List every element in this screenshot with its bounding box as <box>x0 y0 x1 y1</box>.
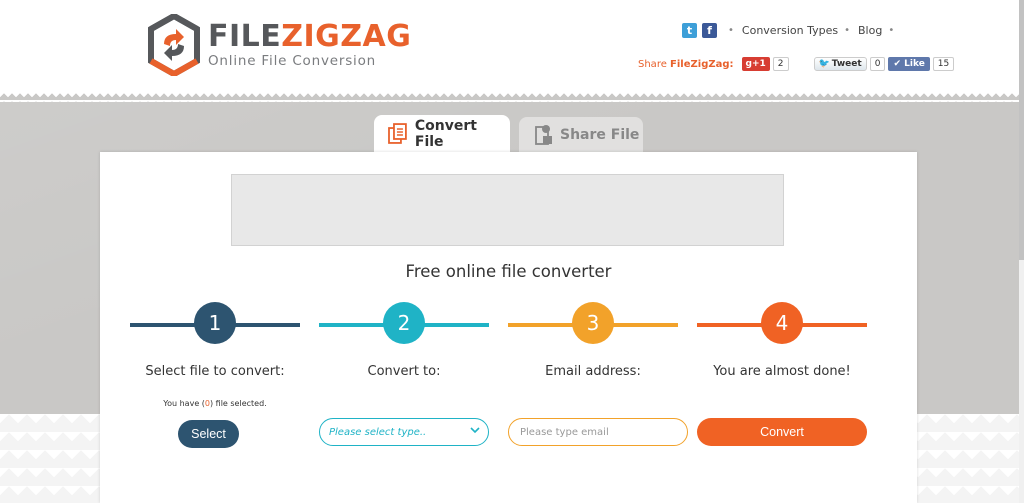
nav-link-conversion-types[interactable]: Conversion Types <box>742 24 838 37</box>
tweet-button[interactable]: 🐦 Tweet <box>813 57 867 71</box>
nav-separator: • <box>728 25 734 36</box>
share-bar: Share FileZigZag: g+1 2 🐦 Tweet 0 ✔ Like … <box>638 57 955 71</box>
like-count: 15 <box>932 57 955 71</box>
nav-separator: • <box>844 25 850 36</box>
step-label: Email address: <box>545 364 641 379</box>
facebook-icon[interactable]: f <box>702 23 717 38</box>
logo-tagline: Online File Conversion <box>208 53 377 69</box>
step-label: You are almost done! <box>713 364 851 379</box>
scrollbar[interactable] <box>1019 0 1024 503</box>
step-number: 2 <box>383 302 425 344</box>
email-input[interactable] <box>508 418 688 446</box>
logo[interactable]: FILEZIGZAG Online File Conversion <box>148 14 411 76</box>
facebook-like-button[interactable]: ✔ Like <box>888 57 930 71</box>
step-number: 3 <box>572 302 614 344</box>
tab-label: Convert File <box>414 118 477 150</box>
tab-share-file[interactable]: Share File <box>519 117 643 153</box>
step-label: Convert to: <box>367 364 441 379</box>
convert-button[interactable]: Convert <box>697 418 867 446</box>
thumbs-up-icon: ✔ <box>893 59 901 69</box>
step-label: Select file to convert: <box>145 364 285 379</box>
selected-files-info: You have (0) file selected. <box>163 399 267 408</box>
tab-label: Share File <box>560 127 640 143</box>
select-placeholder: Please select type.. <box>329 426 427 438</box>
select-file-button[interactable]: Select <box>178 420 239 448</box>
target-type-select[interactable]: Please select type.. <box>319 418 489 446</box>
top-navigation: t f • Conversion Types • Blog • <box>682 23 902 38</box>
step-number: 4 <box>761 302 803 344</box>
twitter-icon[interactable]: t <box>682 23 697 38</box>
ad-placeholder <box>231 174 784 246</box>
nav-link-blog[interactable]: Blog <box>858 24 882 37</box>
google-plus-count: 2 <box>772 57 789 71</box>
chevron-down-icon <box>470 427 480 434</box>
tab-convert-file[interactable]: Convert File <box>374 115 510 153</box>
logo-title: FILEZIGZAG <box>208 19 412 54</box>
step-number: 1 <box>194 302 236 344</box>
twitter-bird-icon: 🐦 <box>818 59 830 69</box>
tweet-count: 0 <box>869 57 886 71</box>
site-header: FILEZIGZAG Online File Conversion t f • … <box>0 0 1024 98</box>
converter-card: Free online file converter 1 Select file… <box>100 152 917 503</box>
convert-file-icon <box>388 123 407 144</box>
page-title: Free online file converter <box>405 262 612 281</box>
scrollbar-thumb[interactable] <box>1019 0 1024 260</box>
nav-separator: • <box>888 25 895 36</box>
share-file-icon <box>535 125 552 145</box>
logo-hexagon-icon <box>148 14 200 76</box>
google-plus-button[interactable]: g+1 <box>741 57 770 71</box>
share-label: Share FileZigZag: <box>638 58 734 70</box>
